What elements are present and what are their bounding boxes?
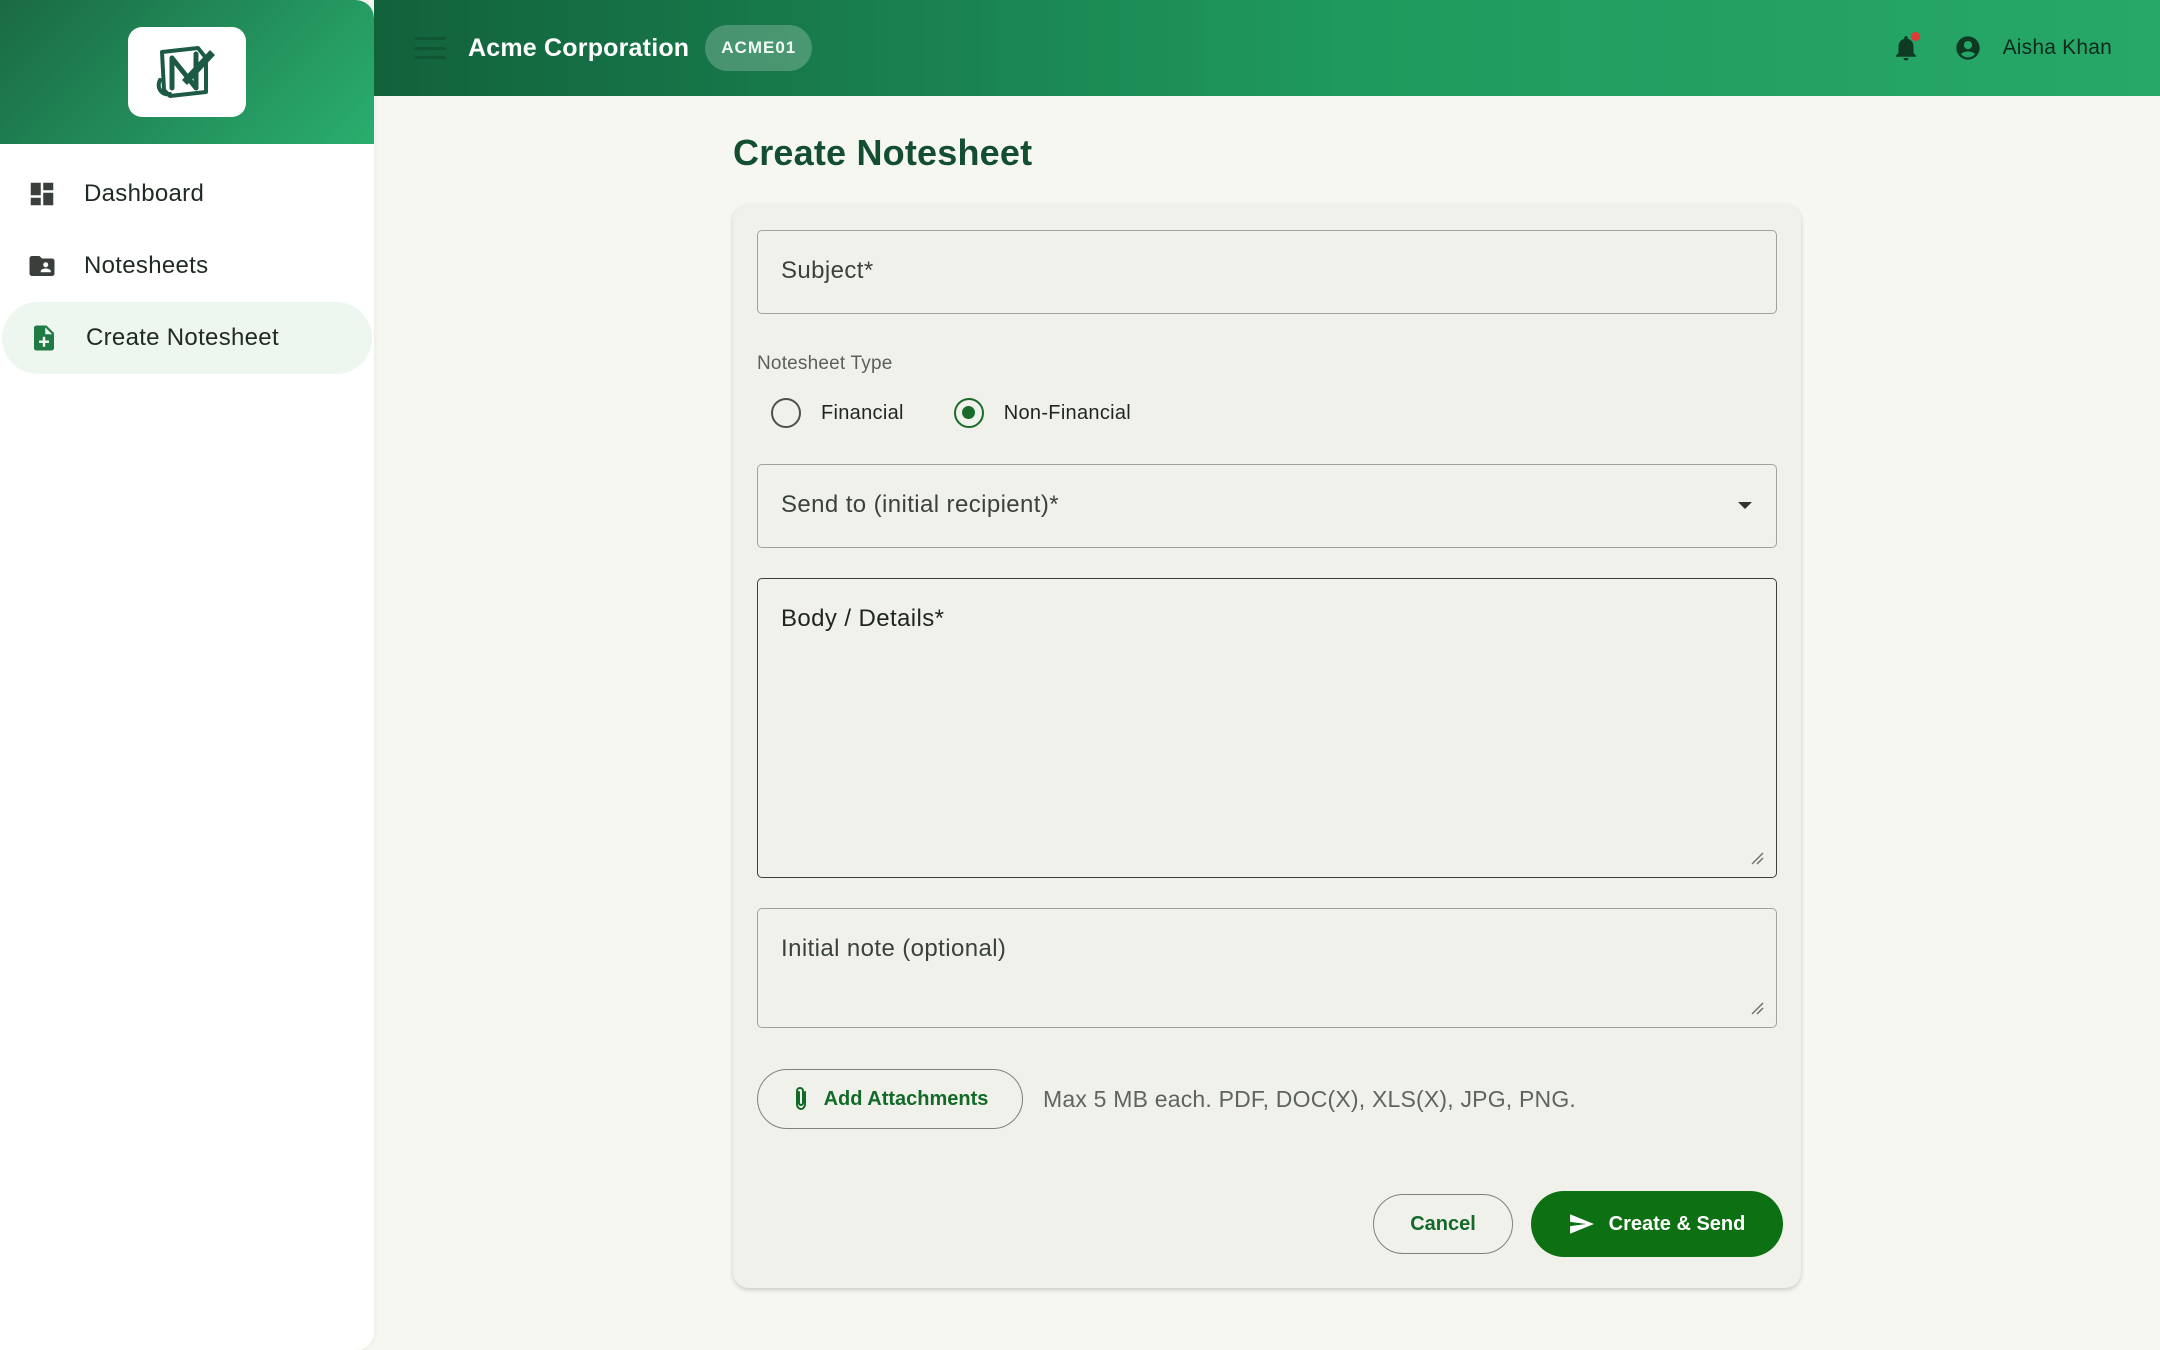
menu-icon[interactable]: [414, 37, 446, 59]
page-title: Create Notesheet: [733, 132, 1033, 173]
account-circle-icon[interactable]: [1953, 33, 1983, 63]
form-actions: Cancel Create & Send: [1373, 1191, 1783, 1257]
initial-note-textarea[interactable]: Initial note (optional): [757, 908, 1777, 1028]
cancel-button[interactable]: Cancel: [1373, 1194, 1513, 1254]
body-label: Body / Details*: [781, 605, 945, 632]
recipient-select[interactable]: Send to (initial recipient)*: [757, 464, 1777, 548]
radio-financial[interactable]: Financial: [771, 398, 904, 428]
paperclip-icon: [792, 1086, 810, 1112]
body-textarea[interactable]: Body / Details*: [757, 578, 1777, 878]
resize-handle-icon[interactable]: [1750, 1001, 1764, 1015]
app-logo[interactable]: [128, 27, 246, 117]
resize-handle-icon[interactable]: [1750, 851, 1764, 865]
notification-dot: [1910, 32, 1920, 41]
sidebar-nav: Dashboard Notesheets Create Notesheet: [0, 144, 374, 374]
folder-user-icon: [26, 250, 58, 282]
sidebar-item-dashboard[interactable]: Dashboard: [0, 158, 374, 230]
notesheet-type-label: Notesheet Type: [757, 353, 893, 374]
radio-checked-icon[interactable]: [953, 398, 984, 428]
sidebar-item-label: Create Notesheet: [86, 324, 279, 351]
recipient-label: Send to (initial recipient)*: [781, 491, 1060, 518]
topbar-actions: Aisha Khan: [1889, 31, 2112, 65]
radio-label: Non-Financial: [1003, 401, 1132, 424]
send-icon: [1569, 1213, 1595, 1235]
initial-note-label: Initial note (optional): [781, 935, 1007, 962]
sidebar-item-create-notesheet[interactable]: Create Notesheet: [2, 302, 372, 374]
sidebar-item-label: Notesheets: [84, 252, 209, 279]
dashboard-icon: [26, 178, 58, 210]
sidebar: Dashboard Notesheets Create Notesheet: [0, 0, 374, 1350]
file-add-icon: [28, 322, 60, 354]
notesheet-form-card: Subject* Notesheet Type Financial Non-Fi…: [733, 204, 1801, 1288]
radio-label: Financial: [821, 401, 904, 424]
radio-unchecked-icon[interactable]: [771, 398, 801, 428]
subject-field[interactable]: Subject*: [757, 230, 1777, 314]
dropdown-arrow-icon[interactable]: [1738, 502, 1752, 509]
add-attachments-label: Add Attachments: [823, 1087, 989, 1110]
attachments-row: Add Attachments Max 5 MB each. PDF, DOC(…: [757, 1069, 1576, 1129]
top-app-bar: Acme Corporation ACME01 Aisha Khan: [374, 0, 2160, 96]
sidebar-item-notesheets[interactable]: Notesheets: [0, 230, 374, 302]
create-and-send-label: Create & Send: [1608, 1212, 1746, 1235]
user-name[interactable]: Aisha Khan: [2003, 36, 2112, 60]
add-attachments-button[interactable]: Add Attachments: [757, 1069, 1023, 1129]
subject-label: Subject*: [781, 257, 874, 284]
create-and-send-button[interactable]: Create & Send: [1531, 1191, 1783, 1257]
sidebar-item-label: Dashboard: [84, 180, 205, 207]
organization-name: Acme Corporation: [468, 33, 690, 62]
attachments-hint: Max 5 MB each. PDF, DOC(X), XLS(X), JPG,…: [1043, 1085, 1577, 1112]
notesheet-logo-icon: [156, 46, 215, 98]
notification-bell-icon[interactable]: [1889, 31, 1923, 65]
radio-non-financial[interactable]: Non-Financial: [953, 398, 1132, 428]
sidebar-brand: [0, 0, 374, 144]
organization-code-badge: ACME01: [705, 25, 813, 71]
notesheet-type-radio-group: Financial Non-Financial: [771, 398, 1181, 428]
